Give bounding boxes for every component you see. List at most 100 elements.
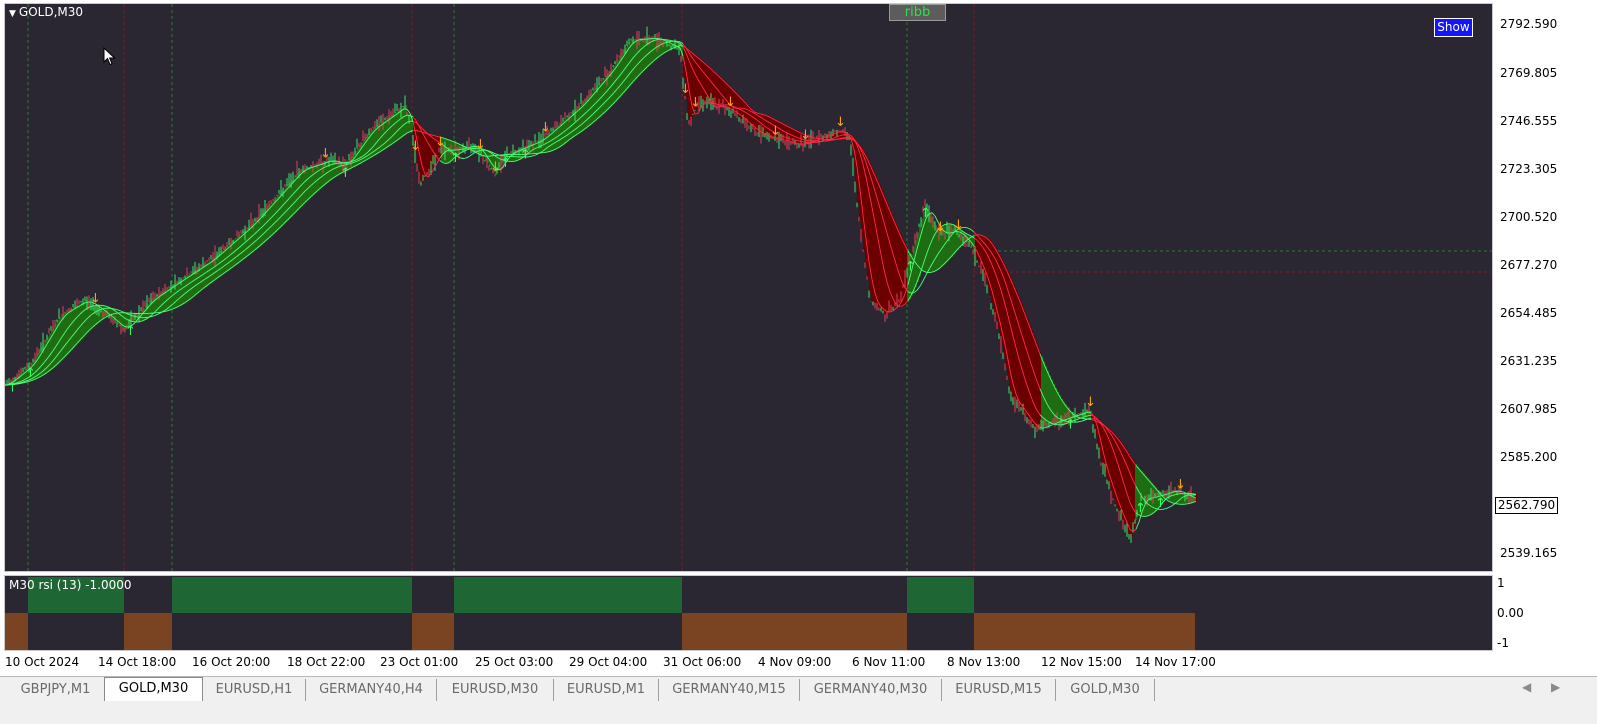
sell-arrow-icon: ↓ (540, 121, 551, 136)
ribbon-indicator (5, 38, 1197, 538)
ribb-indicator-button[interactable]: ribb (889, 4, 946, 21)
ribbon-strip (887, 204, 889, 313)
buy-arrow-icon: ↑ (520, 147, 531, 162)
ribbon-strip (1051, 380, 1053, 424)
sell-arrow-icon: ↓ (475, 138, 486, 153)
sell-arrow-icon: ↓ (490, 160, 501, 175)
ribbon-line-segment (923, 275, 926, 281)
ribbon-line-segment (137, 317, 140, 318)
sell-arrow-icon: ↓ (935, 220, 946, 235)
ribbon-strip (1021, 304, 1023, 410)
buy-arrow-icon: ↑ (7, 380, 18, 395)
scroll-right-icon[interactable]: ▶ (1551, 680, 1560, 694)
price-tick: 2792.590 (1500, 17, 1557, 31)
dropdown-triangle-icon[interactable]: ▼ (9, 9, 16, 19)
time-tick: 18 Oct 22:00 (287, 655, 365, 669)
chart-tab[interactable]: GOLD,M30 (1056, 679, 1155, 701)
ribbon-strip (1133, 461, 1135, 528)
chart-symbol-title[interactable]: ▼GOLD,M30 (9, 5, 83, 19)
chart-tab[interactable]: GBPJPY,M1 (7, 679, 105, 701)
time-tick: 14 Oct 18:00 (98, 655, 176, 669)
ribbon-line-segment (1079, 421, 1082, 422)
ribbon-strip (303, 169, 305, 204)
ribbon-strip (395, 112, 397, 142)
ribbon-strip (357, 148, 359, 165)
ribbon-line-segment (1172, 504, 1175, 506)
ribbon-line-segment (638, 39, 641, 40)
time-tick: 16 Oct 20:00 (192, 655, 270, 669)
ribbon-strip (703, 62, 705, 101)
ribbon-strip (701, 60, 703, 100)
buy-arrow-icon: ↑ (905, 259, 916, 274)
chart-tab-active[interactable]: GOLD,M30 (104, 677, 203, 701)
ribbon-line-segment (461, 149, 464, 150)
price-tick: 2631.235 (1500, 354, 1557, 368)
sell-arrow-icon: ↓ (800, 128, 811, 143)
ribbon-strip (359, 145, 361, 164)
ribbon-strip (1045, 366, 1047, 426)
ribbon-line-segment (533, 155, 536, 156)
sell-arrow-icon: ↓ (90, 292, 101, 307)
scroll-left-icon[interactable]: ◀ (1522, 680, 1531, 694)
chart-tab[interactable]: EURUSD,M15 (942, 679, 1056, 701)
ribbon-line-segment (842, 135, 845, 136)
ribbon-line-segment (887, 312, 890, 313)
price-tick: 2607.985 (1500, 402, 1557, 416)
ribbon-line-segment (155, 314, 158, 315)
ribbon-strip (641, 39, 643, 73)
chart-tab-bar: GBPJPY,M1 GOLD,M30 EURUSD,H1 GERMANY40,H… (0, 676, 1597, 724)
ribbon-line-segment (1166, 507, 1169, 508)
ribbon-line-segment (1061, 424, 1064, 425)
price-tick: 2746.555 (1500, 114, 1557, 128)
ribbon-strip (897, 228, 899, 305)
ribbon-strip (885, 200, 887, 315)
ribbon-line-segment (470, 154, 473, 156)
buy-arrow-icon: ↑ (1135, 501, 1146, 516)
sell-arrow-icon: ↓ (435, 135, 446, 150)
ribbon-strip (427, 134, 429, 173)
ribbon-strip (1019, 299, 1021, 407)
rsi-indicator-area[interactable] (4, 575, 1493, 651)
price-tick: 2677.270 (1500, 258, 1557, 272)
chart-window[interactable]: ↑↑↑↑↑↑↑↑↑↑↑↑↓↓↓↓↓↓↓↓↓↓↓↓↓↓↓↓↓ ▼GOLD,M30 … (0, 0, 1597, 683)
ribbon-strip (77, 305, 79, 344)
time-tick: 31 Oct 06:00 (663, 655, 741, 669)
price-tick: 2539.165 (1500, 546, 1557, 560)
ribbon-strip (293, 178, 295, 215)
chart-tab[interactable]: EURUSD,H1 (203, 679, 306, 701)
sell-arrow-icon: ↓ (410, 139, 421, 154)
rsi-tick: 0.00 (1497, 606, 1524, 620)
ribbon-strip (73, 307, 75, 348)
price-tick: 2769.805 (1500, 66, 1557, 80)
price-tick: 2654.485 (1500, 306, 1557, 320)
ribbon-strip (177, 282, 179, 307)
chart-tab[interactable]: EURUSD,M1 (554, 679, 659, 701)
rsi-indicator-title: M30 rsi (13) -1.0000 (9, 578, 132, 592)
time-tick: 4 Nov 09:00 (758, 655, 831, 669)
ribbon-line-segment (668, 41, 671, 42)
ribbon-strip (183, 278, 185, 304)
show-button[interactable]: Show (1434, 18, 1473, 37)
ribbon-strip (201, 266, 203, 290)
sell-arrow-icon: ↓ (953, 218, 964, 233)
ribbon-line-segment (494, 153, 497, 154)
ribbon-strip (1049, 375, 1051, 424)
ribbon-line-segment (806, 143, 809, 144)
time-tick: 23 Oct 01:00 (380, 655, 458, 669)
buy-arrow-icon: ↑ (450, 151, 461, 166)
chart-tab[interactable]: GERMANY40,M15 (659, 679, 800, 701)
ribbon-strip (393, 114, 395, 144)
ribbon-strip (631, 40, 633, 84)
chart-tab[interactable]: GERMANY40,M30 (800, 679, 942, 701)
ribbon-strip (247, 228, 249, 256)
ribbon-strip (307, 168, 309, 201)
ribbon-line-segment (917, 286, 920, 290)
ribbon-line-segment (971, 230, 974, 232)
ribbon-strip (1027, 320, 1029, 419)
chart-tab[interactable]: GERMANY40,H4 (306, 679, 437, 701)
rsi-tick: -1 (1497, 636, 1509, 650)
ribbon-strip (1047, 371, 1049, 425)
ribbon-line-segment (890, 311, 893, 312)
buy-arrow-icon: ↑ (1155, 496, 1166, 511)
chart-tab[interactable]: EURUSD,M30 (437, 679, 554, 701)
